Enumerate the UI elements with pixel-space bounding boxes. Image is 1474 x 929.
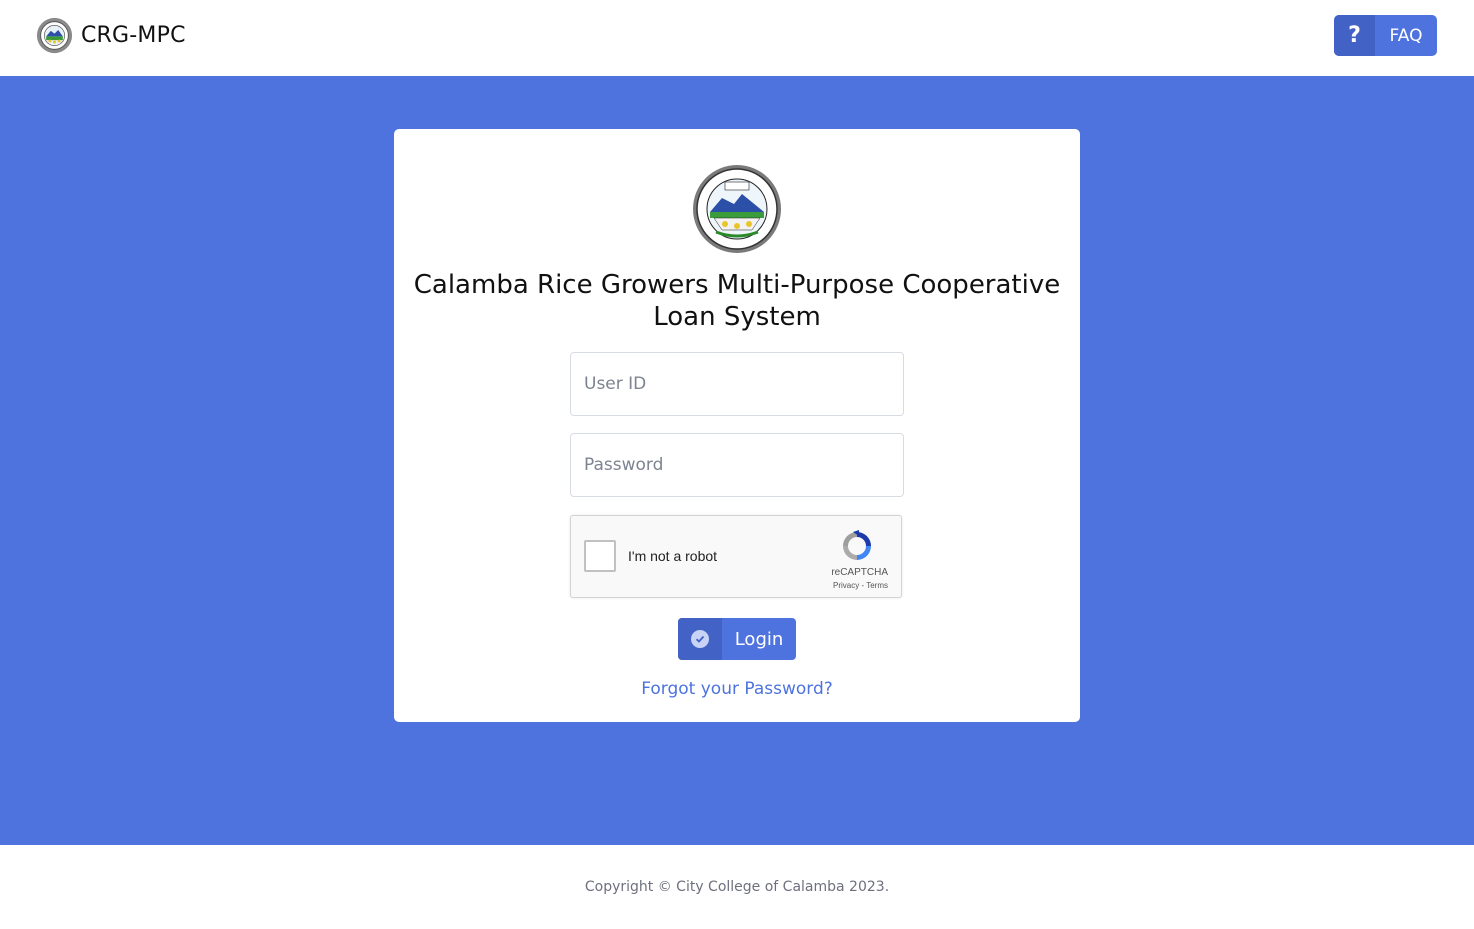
copyright-text: Copyright © City College of Calamba 2023… — [584, 879, 890, 895]
question-mark-icon: ? — [1334, 15, 1375, 56]
forgot-password-link[interactable]: Forgot your Password? — [641, 679, 833, 699]
check-icon — [695, 635, 705, 643]
recaptcha-logo-icon — [843, 530, 871, 560]
login-label: Login — [734, 628, 784, 650]
forgot-password-container: Forgot your Password? — [394, 679, 1080, 699]
faq-label: FAQ — [1389, 25, 1423, 46]
check-circle-icon — [678, 618, 722, 660]
page-title: Calamba Rice Growers Multi-Purpose Coope… — [413, 270, 1061, 332]
faq-button[interactable]: ? FAQ — [1334, 15, 1437, 56]
footer: Copyright © City College of Calamba 2023… — [0, 845, 1474, 929]
brand-name: CRG-MPC — [81, 23, 186, 48]
recaptcha-brand: reCAPTCHA — [831, 567, 888, 578]
recaptcha-privacy-link[interactable]: Privacy — [833, 581, 859, 590]
password-input[interactable] — [570, 433, 904, 497]
login-card: Calamba Rice Growers Multi-Purpose Coope… — [394, 129, 1080, 722]
cooperative-seal-icon — [693, 165, 781, 253]
recaptcha-links: Privacy - Terms — [833, 581, 888, 590]
login-button[interactable]: Login — [678, 618, 796, 660]
brand[interactable]: CRG-MPC — [36, 17, 186, 54]
recaptcha-terms-link[interactable]: Terms — [866, 581, 888, 590]
recaptcha-widget: I'm not a robot reCAPTCHA Privacy - Term… — [570, 515, 902, 598]
recaptcha-label: I'm not a robot — [628, 548, 718, 564]
user-id-input[interactable] — [570, 352, 904, 416]
recaptcha-checkbox[interactable] — [584, 540, 616, 572]
cooperative-logo-icon — [36, 17, 73, 54]
top-navbar: CRG-MPC ? FAQ — [0, 0, 1474, 76]
